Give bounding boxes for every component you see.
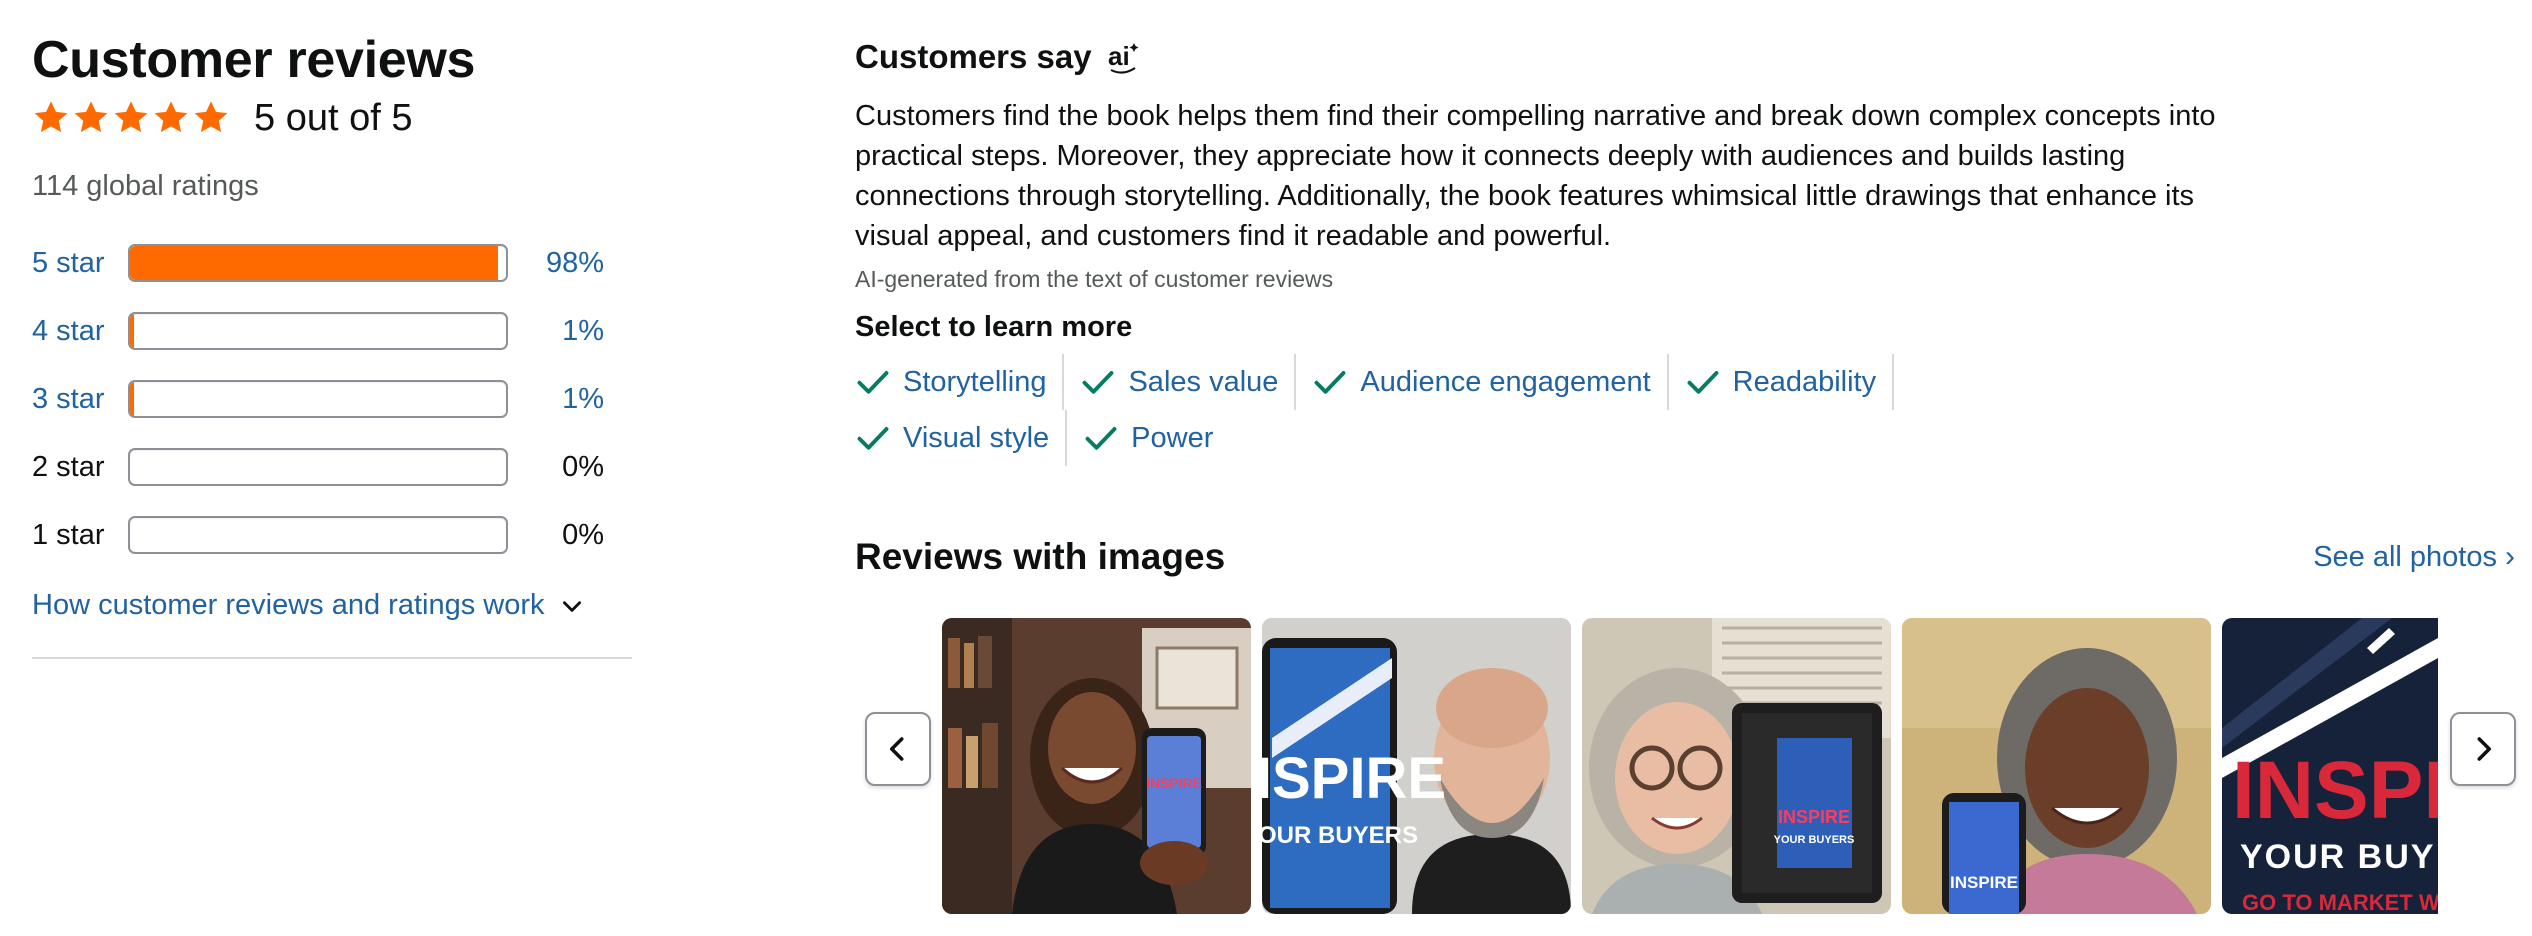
carousel-next-button[interactable] xyxy=(2450,712,2516,786)
chevron-down-icon xyxy=(562,600,581,612)
histogram-bar[interactable] xyxy=(128,244,508,282)
histogram-row-5[interactable]: 5 star 98% xyxy=(32,229,632,297)
histogram-percent[interactable]: 98% xyxy=(508,247,604,280)
review-image-2[interactable]: INSPIRE YOUR BUYERS xyxy=(1262,618,1571,914)
star-icon xyxy=(34,101,68,133)
cover-tagline: GO TO MARKET W xyxy=(2242,890,2438,914)
aspect-list: Storytelling Sales value Audience engage… xyxy=(855,354,2105,466)
aspect-storytelling[interactable]: Storytelling xyxy=(855,354,1065,410)
carousel-track: INSPIRE INSPIRE YOUR BUYERS xyxy=(942,618,2438,914)
select-to-learn-more: Select to learn more xyxy=(855,311,1133,343)
book-cover-title: INSPIRE xyxy=(1146,775,1202,791)
reviews-with-images-header: Reviews with images See all photos › xyxy=(855,536,2515,578)
book-cover-title: INSPIRE xyxy=(1778,807,1850,827)
check-icon xyxy=(857,427,889,450)
histogram-fill xyxy=(130,382,134,416)
book-cover-subtitle: YOUR BUYERS xyxy=(1262,822,1418,849)
how-reviews-work-link[interactable]: How customer reviews and ratings work xyxy=(32,589,632,622)
histogram-percent[interactable]: 1% xyxy=(508,383,604,416)
carousel-prev-button[interactable] xyxy=(865,712,931,786)
rating-histogram: 5 star 98% 4 star 1% 3 star 1% 2 star 0%… xyxy=(32,229,632,569)
ratings-panel: Customer reviews 5 out of 5 114 global r… xyxy=(32,28,632,622)
ai-generated-note: AI-generated from the text of customer r… xyxy=(855,266,1334,292)
aspect-label: Power xyxy=(1131,421,1214,454)
histogram-bar xyxy=(128,448,508,486)
review-photo: INSPIRE YOUR BUYERS xyxy=(1262,618,1571,914)
histogram-label[interactable]: 3 star xyxy=(32,383,128,416)
histogram-label[interactable]: 4 star xyxy=(32,315,128,348)
aspect-sales-value[interactable]: Sales value xyxy=(1080,354,1297,410)
global-ratings-count: 114 global ratings xyxy=(32,170,259,202)
review-photo: INSPIRE YOUR BUYERS xyxy=(1582,618,1891,914)
histogram-label: 2 star xyxy=(32,450,105,483)
histogram-label: 1 star xyxy=(32,518,105,551)
histogram-fill xyxy=(130,246,499,280)
reviews-with-images-title: Reviews with images xyxy=(855,536,1226,577)
cover-subtitle: YOUR BUY xyxy=(2240,838,2435,876)
review-image-5[interactable]: INSPIR YOUR BUY GO TO MARKET W xyxy=(2222,618,2438,914)
book-cover-title: INSPIRE xyxy=(1262,746,1446,811)
book-cover-title: INSPIRE xyxy=(1950,873,2018,892)
histogram-row-1: 1 star 0% xyxy=(32,501,632,569)
check-icon xyxy=(1687,371,1719,394)
histogram-row-3[interactable]: 3 star 1% xyxy=(32,365,632,433)
histogram-bar[interactable] xyxy=(128,380,508,418)
average-rating: 5 out of 5 xyxy=(32,92,632,144)
section-divider xyxy=(32,657,632,659)
histogram-percent: 0% xyxy=(562,518,604,551)
customers-say-panel: Customers say ai Customers find the book… xyxy=(855,34,2515,578)
histogram-percent: 0% xyxy=(562,450,604,483)
histogram-bar xyxy=(128,516,508,554)
check-icon xyxy=(857,371,889,394)
page-title: Customer reviews xyxy=(32,31,476,89)
aspect-label: Visual style xyxy=(903,421,1050,454)
star-icon xyxy=(154,101,188,133)
rating-text: 5 out of 5 xyxy=(254,96,413,139)
aspect-label: Audience engagement xyxy=(1360,365,1651,398)
check-icon xyxy=(1083,371,1114,394)
histogram-percent[interactable]: 1% xyxy=(508,315,604,348)
customers-say-title: Customers say xyxy=(855,38,1092,75)
star-icon xyxy=(114,101,148,133)
star-icon xyxy=(194,101,228,133)
review-summary: Customers find the book helps them find … xyxy=(855,100,2216,252)
review-photo: INSPIRE xyxy=(1902,618,2211,914)
aspect-label: Readability xyxy=(1732,365,1877,398)
customers-say-heading: Customers say ai xyxy=(855,34,2515,80)
review-image-3[interactable]: INSPIRE YOUR BUYERS xyxy=(1582,618,1891,914)
review-image-4[interactable]: INSPIRE xyxy=(1902,618,2211,914)
review-photo: INSPIR YOUR BUY GO TO MARKET W xyxy=(2222,618,2438,914)
histogram-bar[interactable] xyxy=(128,312,508,350)
histogram-row-2: 2 star 0% xyxy=(32,433,632,501)
histogram-fill xyxy=(130,314,134,348)
check-icon xyxy=(1314,371,1346,394)
review-photo: INSPIRE xyxy=(942,618,1251,914)
ai-sparkle-icon: ai xyxy=(1108,41,1139,74)
chevron-left-icon xyxy=(890,737,904,761)
review-image-1[interactable]: INSPIRE xyxy=(942,618,1251,914)
check-icon xyxy=(1085,427,1117,450)
chevron-right-icon: › xyxy=(2505,540,2515,573)
book-cover-subtitle: YOUR BUYERS xyxy=(1774,834,1855,846)
chevron-right-icon xyxy=(2477,737,2491,761)
aspect-readability[interactable]: Readability xyxy=(1685,354,1895,410)
aspect-visual-style[interactable]: Visual style xyxy=(855,410,1068,466)
how-reviews-work-label: How customer reviews and ratings work xyxy=(32,589,545,621)
histogram-label[interactable]: 5 star xyxy=(32,247,128,280)
see-all-photos-link[interactable]: See all photos › xyxy=(2313,540,2515,574)
aspect-audience-engagement[interactable]: Audience engagement xyxy=(1312,354,1669,410)
aspect-label: Storytelling xyxy=(903,365,1047,398)
star-icon xyxy=(74,101,108,133)
aspect-label: Sales value xyxy=(1128,365,1279,398)
cover-title: INSPIR xyxy=(2232,745,2438,836)
review-images-carousel: INSPIRE INSPIRE YOUR BUYERS xyxy=(865,618,2516,914)
histogram-row-4[interactable]: 4 star 1% xyxy=(32,297,632,365)
svg-text:ai: ai xyxy=(1108,41,1130,71)
aspect-power[interactable]: Power xyxy=(1083,410,1229,466)
see-all-photos-label: See all photos xyxy=(2313,540,2497,573)
star-rating[interactable] xyxy=(32,99,230,137)
